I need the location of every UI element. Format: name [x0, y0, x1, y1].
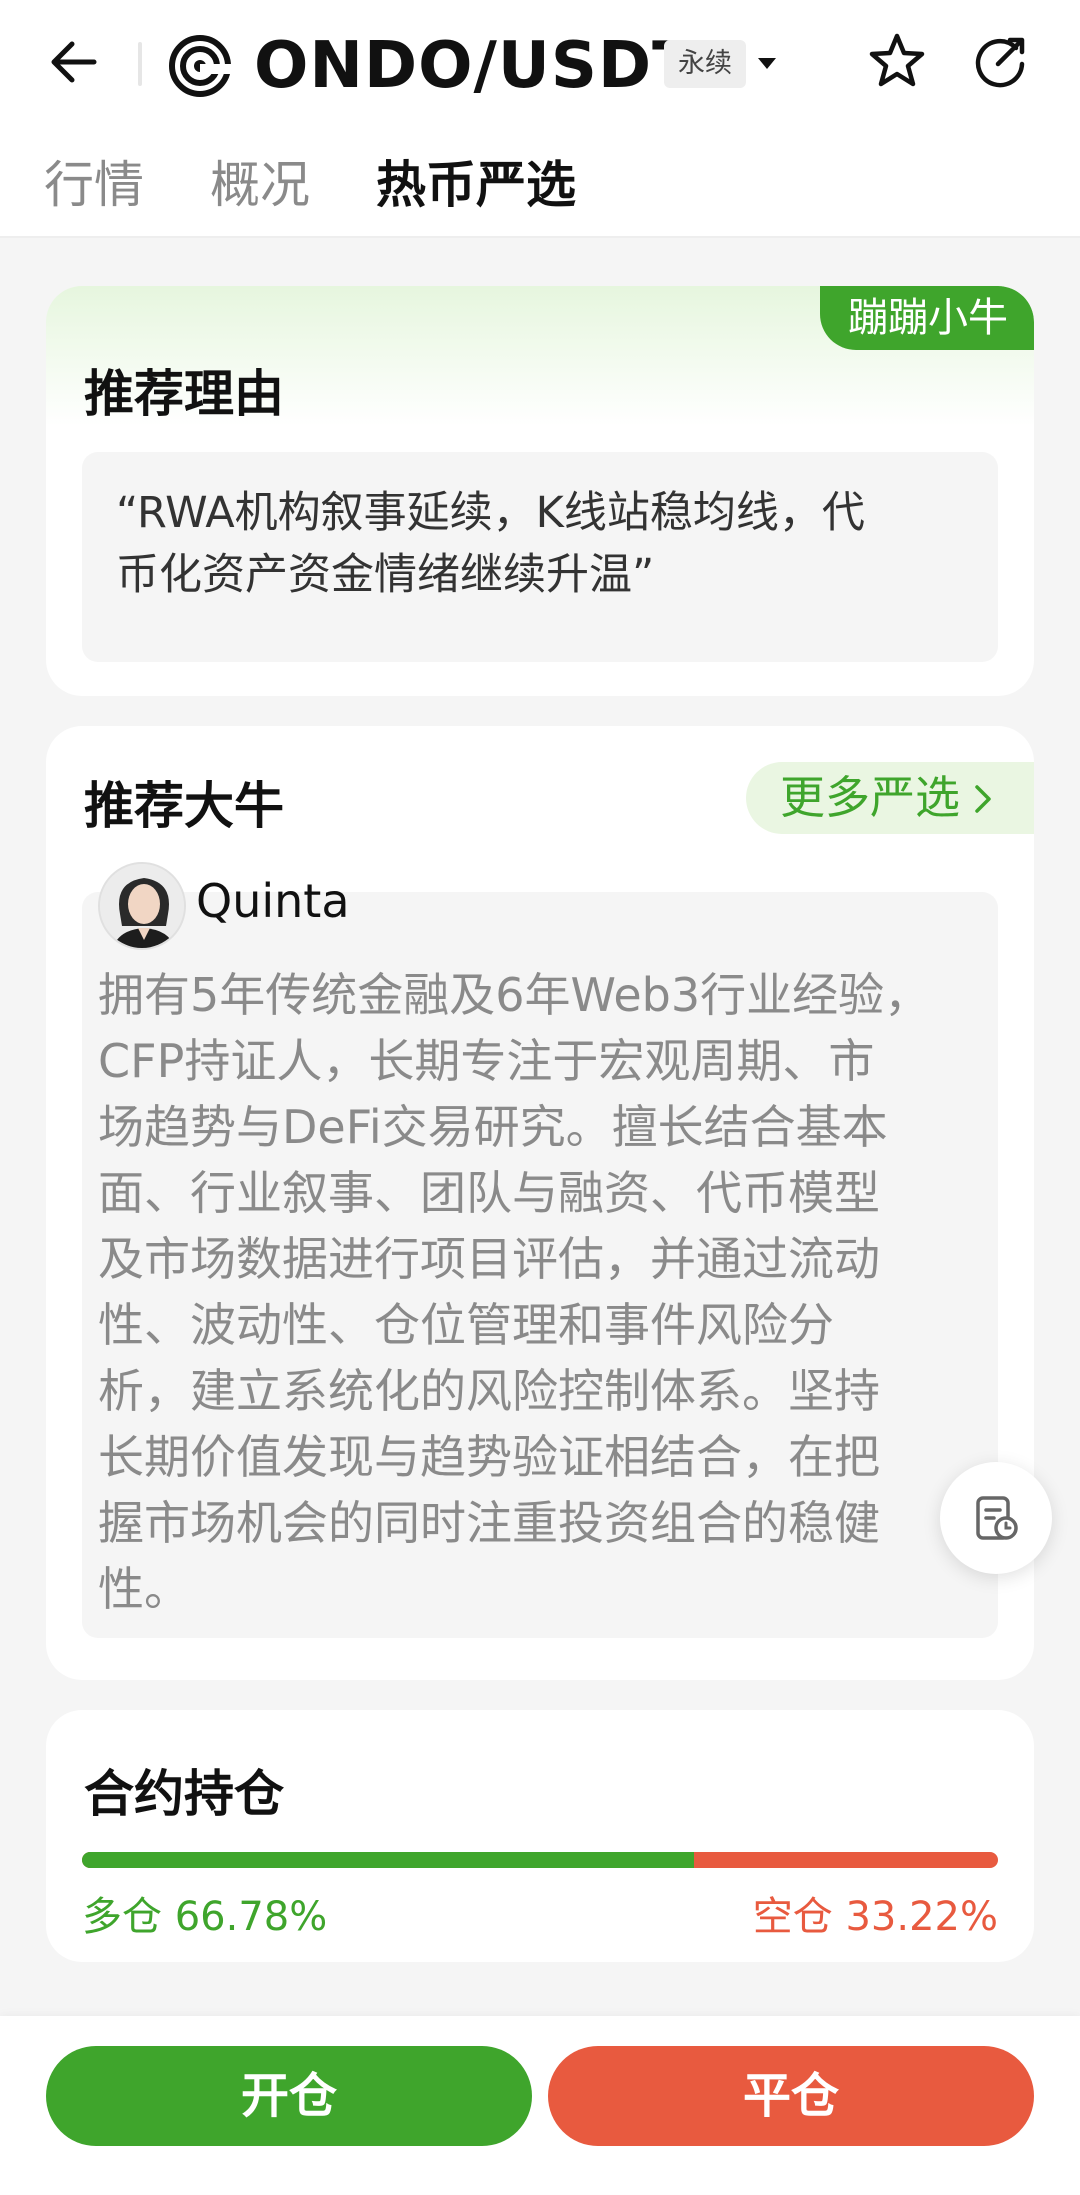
- open-position-button[interactable]: 开仓: [46, 2046, 532, 2146]
- tab-overview[interactable]: 概况: [210, 140, 310, 230]
- bio-line: 性。: [98, 1562, 190, 1616]
- position-card: 合约持仓 多仓 66.78% 空仓 33.22%: [46, 1710, 1034, 1962]
- clipboard-clock-icon: [976, 1496, 1018, 1540]
- tab-bar: 行情 概况 热币严选: [0, 140, 1080, 230]
- reason-card: 蹦蹦小牛 推荐理由 “RWA机构叙事延续，K线站稳均线，代 币化资产资金情绪继续…: [46, 286, 1034, 696]
- top-header: ONDO/USDT 永续 行情 概况 热币严选: [0, 0, 1080, 238]
- expert-title: 推荐大牛: [84, 777, 284, 835]
- short-ratio-label: 空仓 33.22%: [752, 1894, 998, 1940]
- bottom-action-bar: 开仓 平仓: [0, 2016, 1080, 2195]
- tab-hot-picks[interactable]: 热币严选: [376, 140, 576, 230]
- perpetual-badge: 永续: [664, 40, 746, 88]
- share-icon[interactable]: [968, 28, 1034, 94]
- bio-line: 析，建立系统化的风险控制体系。坚持: [98, 1364, 880, 1418]
- tab-market[interactable]: 行情: [44, 140, 144, 230]
- bio-line: 长期价值发现与趋势验证相结合，在把: [98, 1430, 880, 1484]
- position-title: 合约持仓: [84, 1765, 284, 1823]
- bio-line: 握市场机会的同时注重投资组合的稳健: [98, 1496, 880, 1550]
- author-name[interactable]: Quinta: [196, 874, 350, 928]
- avatar[interactable]: [98, 862, 186, 950]
- reason-text-line-1: “RWA机构叙事延续，K线站稳均线，代: [116, 488, 865, 538]
- more-picks-button[interactable]: 更多严选: [745, 762, 1034, 837]
- author-bio: 拥有5年传统金融及6年Web3行业经验， CFP持证人，长期专注于宏观周期、市 …: [98, 962, 998, 1622]
- pair-title[interactable]: ONDO/USDT: [254, 26, 697, 106]
- bio-line: 拥有5年传统金融及6年Web3行业经验，: [98, 968, 931, 1022]
- floating-order-button[interactable]: [940, 1462, 1052, 1574]
- back-arrow-icon[interactable]: [44, 30, 108, 94]
- star-icon[interactable]: [864, 28, 930, 94]
- chevron-right-icon: [972, 765, 994, 837]
- close-position-button[interactable]: 平仓: [548, 2046, 1034, 2146]
- page: ONDO/USDT 永续 行情 概况 热币严选 蹦蹦小牛 推荐理由 “RWA机构…: [0, 0, 1080, 2195]
- bio-line: 场趋势与DeFi交易研究。擅长结合基本: [98, 1100, 888, 1154]
- chevron-down-icon[interactable]: [752, 48, 782, 78]
- position-ratio-bar: [82, 1852, 998, 1868]
- reason-quote-box: “RWA机构叙事延续，K线站稳均线，代 币化资产资金情绪继续升温”: [82, 452, 998, 662]
- author-tag: 蹦蹦小牛: [820, 286, 1034, 350]
- ondo-logo-icon: [168, 34, 232, 98]
- expert-card: 推荐大牛 更多严选 Quinta 拥有5年传统金融及6年Web3行业经验， CF…: [46, 726, 1034, 1680]
- more-picks-label: 更多严选: [779, 771, 960, 824]
- reason-text-line-2: 币化资产资金情绪继续升温”: [116, 550, 655, 600]
- reason-title: 推荐理由: [84, 365, 284, 423]
- bio-line: 及市场数据进行项目评估，并通过流动: [98, 1232, 880, 1286]
- bio-line: CFP持证人，长期专注于宏观周期、市: [98, 1034, 875, 1088]
- bio-line: 性、波动性、仓位管理和事件风险分: [98, 1298, 834, 1352]
- long-ratio-fill: [82, 1852, 694, 1868]
- long-ratio-label: 多仓 66.78%: [82, 1894, 328, 1940]
- bio-line: 面、行业叙事、团队与融资、代币模型: [98, 1166, 880, 1220]
- header-divider: [138, 42, 142, 86]
